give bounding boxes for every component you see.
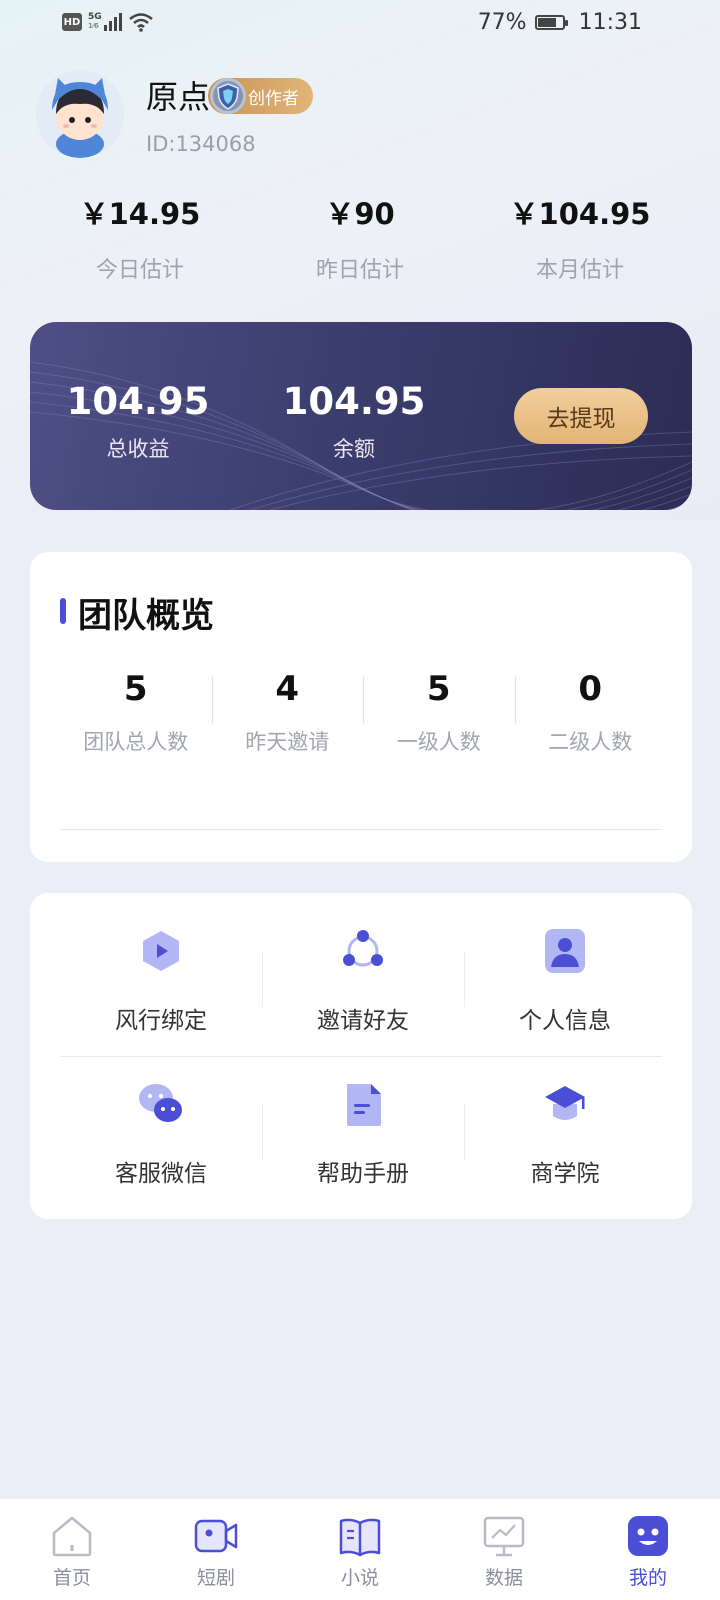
menu-item-business-school[interactable]: 商学院: [464, 1068, 666, 1198]
divider: [60, 1056, 662, 1057]
person-card-icon: [545, 929, 585, 973]
feature-menu-card: 风行绑定 邀请好友 个人信息 客服微信 帮助手册 商学院: [30, 893, 692, 1219]
bottom-tab-bar: 首页 短剧 小说 数据 我的: [0, 1498, 720, 1600]
user-name: 原点: [146, 78, 211, 116]
total-earnings-label: 总收益: [106, 437, 170, 461]
team-stat-value: 5: [123, 669, 148, 709]
estimate-label: 本月估计: [535, 258, 624, 283]
battery-icon: [534, 15, 568, 30]
creator-badge-label: 创作者: [248, 88, 299, 109]
user-id: ID:134068: [146, 132, 256, 156]
profile-header: 原点 创作者 ID:134068: [36, 70, 686, 170]
menu-item-label: 客服微信: [115, 1161, 207, 1187]
estimate-label: 昨日估计: [315, 258, 404, 283]
menu-item-label: 个人信息: [519, 1008, 611, 1034]
estimate-today: ￥14.95 今日估计: [30, 190, 250, 284]
5g-signal-icon: 5G 1⁄6: [88, 13, 122, 31]
smiley-face-icon: [628, 1516, 668, 1556]
menu-item-label: 风行绑定: [115, 1008, 207, 1034]
team-stat-total[interactable]: 5 团队总人数: [60, 664, 212, 756]
team-stat-label: 二级人数: [548, 730, 633, 754]
menu-item-label: 帮助手册: [317, 1161, 409, 1187]
tab-label: 短剧: [196, 1567, 235, 1589]
tab-data[interactable]: 数据: [432, 1499, 576, 1600]
estimate-value: ￥14.95: [79, 197, 201, 231]
estimate-yesterday: ￥90 昨日估计: [250, 190, 470, 284]
team-stat-label: 一级人数: [396, 730, 481, 754]
balance-label: 余额: [333, 437, 375, 461]
play-hexagon-icon: [143, 931, 179, 971]
share-nodes-icon: [343, 930, 383, 967]
title-accent-bar: [60, 598, 66, 624]
earnings-card: 104.95 总收益 104.95 余额 去提现: [30, 322, 692, 510]
estimate-label: 今日估计: [95, 258, 184, 283]
wifi-icon: [128, 13, 153, 32]
tab-home[interactable]: 首页: [0, 1499, 144, 1600]
team-stat-label: 昨天邀请: [245, 730, 330, 754]
estimate-summary: ￥14.95 今日估计 ￥90 昨日估计 ￥104.95 本月估计: [30, 190, 690, 284]
network-indicators: HD 5G 1⁄6: [62, 12, 154, 32]
cat-boy-avatar-icon: [36, 70, 124, 158]
video-camera-icon: [194, 1519, 238, 1553]
menu-item-fengxing-binding[interactable]: 风行绑定: [60, 915, 262, 1045]
status-bar: HD 5G 1⁄6 77% 11:31: [0, 0, 720, 50]
tab-short-drama[interactable]: 短剧: [144, 1499, 288, 1600]
menu-item-personal-info[interactable]: 个人信息: [464, 915, 666, 1045]
balance-value: 104.95: [282, 380, 426, 423]
menu-item-invite-friends[interactable]: 邀请好友: [262, 915, 464, 1045]
team-stat-label: 团队总人数: [83, 730, 189, 754]
team-stat-invited-yesterday[interactable]: 4 昨天邀请: [211, 664, 364, 756]
menu-item-label: 邀请好友: [317, 1008, 409, 1034]
team-overview-title: 团队概览: [78, 596, 214, 636]
menu-item-help-manual[interactable]: 帮助手册: [262, 1068, 464, 1198]
total-earnings: 104.95 总收益: [38, 380, 238, 463]
wechat-icon: [139, 1084, 182, 1122]
team-stats: 5 团队总人数 4 昨天邀请 5 一级人数 0 二级人数: [60, 664, 666, 756]
estimate-value: ￥104.95: [509, 197, 651, 231]
tab-label: 小说: [340, 1567, 379, 1589]
menu-item-label: 商学院: [530, 1161, 600, 1187]
tab-label: 我的: [628, 1567, 667, 1589]
team-stat-level-two[interactable]: 0 二级人数: [514, 664, 667, 756]
withdraw-button[interactable]: 去提现: [514, 388, 648, 444]
home-icon: [52, 1516, 92, 1557]
shield-badge-icon: [210, 78, 246, 114]
menu-item-customer-wechat[interactable]: 客服微信: [60, 1068, 262, 1198]
team-stat-level-one[interactable]: 5 一级人数: [363, 664, 515, 756]
team-stat-value: 4: [275, 669, 300, 709]
balance: 104.95 余额: [254, 380, 454, 463]
tab-novel[interactable]: 小说: [288, 1499, 432, 1600]
creator-badge: 创作者: [208, 78, 313, 114]
tab-label: 首页: [52, 1567, 91, 1589]
estimate-value: ￥90: [325, 197, 395, 231]
total-earnings-value: 104.95: [66, 380, 210, 423]
book-icon: [339, 1518, 381, 1557]
hd-icon: HD: [62, 13, 82, 31]
chart-board-icon: [483, 1516, 525, 1557]
document-icon: [347, 1084, 381, 1126]
tab-mine[interactable]: 我的: [576, 1499, 720, 1600]
estimate-month: ￥104.95 本月估计: [470, 190, 690, 284]
tab-label: 数据: [484, 1567, 523, 1589]
divider: [60, 829, 662, 830]
team-stat-value: 5: [426, 669, 451, 709]
team-stat-value: 0: [578, 669, 603, 709]
clock: 11:31: [578, 10, 642, 35]
graduation-cap-icon: [545, 1086, 585, 1120]
battery-percent: 77%: [477, 10, 527, 35]
team-overview-card: 团队概览 5 团队总人数 4 昨天邀请 5 一级人数 0 二级人数: [30, 552, 692, 862]
avatar[interactable]: [36, 70, 124, 158]
